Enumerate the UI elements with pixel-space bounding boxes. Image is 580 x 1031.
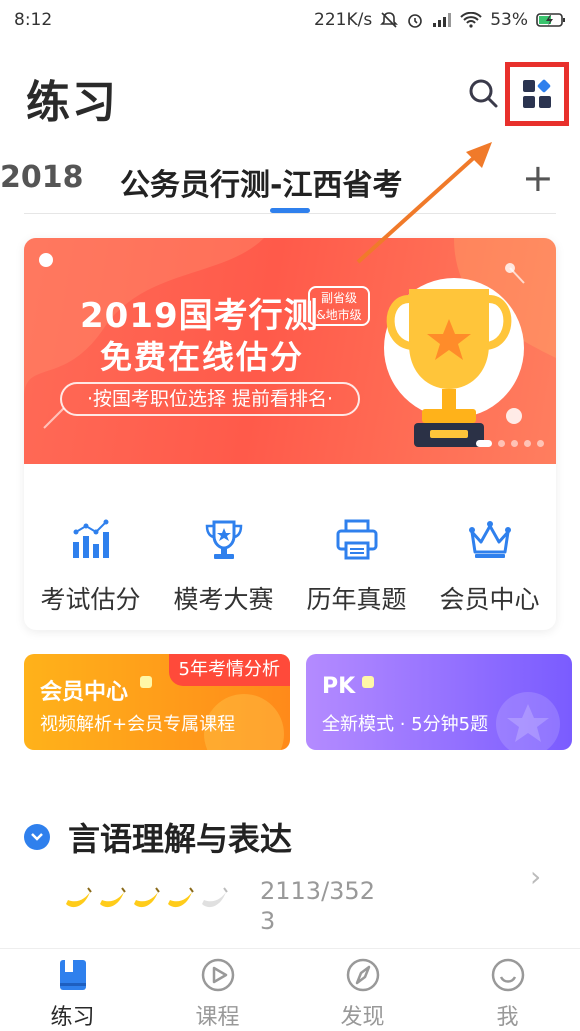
- network-speed: 221K/s: [314, 10, 373, 30]
- printer-icon: [336, 519, 377, 560]
- pagination-dot: [537, 440, 544, 447]
- nav-label: 课程: [195, 1005, 240, 1030]
- grid-apps-button[interactable]: [505, 62, 569, 126]
- vip-promo-title: 会员中心: [40, 680, 129, 705]
- pointer-arrow-icon: [356, 142, 492, 264]
- play-circle-icon: [201, 958, 234, 992]
- pk-promo-card[interactable]: PK 全新模式 · 5分钟5题: [306, 654, 572, 750]
- bottom-nav: 练习 课程 发现 我: [0, 948, 580, 1031]
- banana-empty-icon: [202, 887, 228, 908]
- pagination-dot: [498, 440, 505, 447]
- menu-exam-estimate[interactable]: 考试估分: [24, 518, 157, 618]
- pk-promo-desc: 全新模式 · 5分钟5题: [322, 714, 489, 735]
- compass-icon: [346, 958, 379, 992]
- menu-past-papers[interactable]: 历年真题: [290, 518, 423, 618]
- sparkle-icon: [140, 676, 152, 688]
- banner-title: 2019国考行测: [80, 296, 319, 336]
- battery-percent: 53%: [490, 10, 528, 30]
- vip-promo-desc: 视频解析+会员专属课程: [40, 714, 236, 735]
- crown-icon: [468, 521, 511, 558]
- banana-filled-icon: [66, 887, 92, 908]
- feature-card: 2019国考行测 免费在线估分 副省级 &地市级 ·按国考职位选择 提前看排名·: [24, 238, 556, 630]
- banner-tag: 副省级 &地市级: [308, 286, 370, 326]
- bell-off-icon: [380, 11, 399, 29]
- book-icon: [59, 960, 86, 990]
- signal-icon: [432, 12, 452, 28]
- menu-label: 会员中心: [439, 585, 540, 614]
- vip-promo-badge: 5年考情分析: [168, 654, 290, 686]
- pagination-dot: [511, 440, 518, 447]
- nav-label: 我: [496, 1005, 519, 1030]
- menu-vip-center[interactable]: 会员中心: [423, 518, 556, 618]
- chart-bars-icon: [72, 519, 109, 558]
- menu-mock-contest[interactable]: 模考大赛: [157, 518, 290, 618]
- tab-2018[interactable]: 2018: [0, 160, 84, 195]
- chevron-down-icon: [31, 833, 43, 841]
- banner-pill: ·按国考职位选择 提前看排名·: [60, 382, 360, 416]
- nav-label: 发现: [340, 1005, 385, 1030]
- banana-filled-icon: [134, 887, 160, 908]
- battery-charging-icon: [536, 12, 566, 28]
- menu-label: 历年真题: [306, 585, 407, 614]
- nav-practice[interactable]: 练习: [0, 949, 145, 1031]
- grid-apps-icon: [523, 79, 551, 108]
- trophy-icon: [205, 520, 242, 559]
- banner-tag-line1: 副省级: [320, 291, 357, 305]
- section-progress: 2113/3523: [260, 877, 375, 935]
- banana-filled-icon: [168, 887, 194, 908]
- menu-label: 考试估分: [40, 585, 141, 614]
- banana-filled-icon: [100, 887, 126, 908]
- section-title[interactable]: 言语理解与表达: [68, 814, 292, 860]
- status-right: 221K/s 53%: [314, 10, 566, 30]
- collapse-toggle[interactable]: [24, 824, 50, 850]
- menu-label: 模考大赛: [173, 585, 274, 614]
- add-tab-button[interactable]: +: [522, 156, 554, 200]
- search-icon: [469, 79, 498, 108]
- chevron-right-icon[interactable]: ›: [530, 860, 541, 893]
- banana-rating: [62, 882, 230, 914]
- status-bar: 8:12 221K/s 53%: [0, 0, 580, 40]
- banner-tag-line2: &地市级: [316, 308, 362, 322]
- banner-pagination: [476, 440, 544, 447]
- pagination-dot-active: [476, 440, 492, 447]
- nav-me[interactable]: 我: [435, 949, 580, 1031]
- status-time: 8:12: [14, 10, 53, 30]
- pk-promo-title: PK: [322, 674, 356, 699]
- trophy-icon: [386, 289, 512, 447]
- promo-banner[interactable]: 2019国考行测 免费在线估分 副省级 &地市级 ·按国考职位选择 提前看排名·: [24, 238, 556, 464]
- nav-label: 练习: [50, 1005, 95, 1030]
- page-title: 练习: [26, 77, 118, 128]
- pagination-dot: [524, 440, 531, 447]
- sparkle-icon: [362, 676, 374, 688]
- nav-courses[interactable]: 课程: [145, 949, 290, 1031]
- nav-discover[interactable]: 发现: [290, 949, 435, 1031]
- banner-subtitle: 免费在线估分: [100, 338, 305, 376]
- search-button[interactable]: [466, 76, 500, 110]
- wifi-icon: [460, 12, 482, 28]
- smile-face-icon: [491, 958, 524, 992]
- alarm-icon: [406, 11, 424, 29]
- quick-menu: 考试估分 模考大赛 历年真题 会员中心: [24, 518, 556, 618]
- vip-promo-card[interactable]: 会员中心 5年考情分析 视频解析+会员专属课程: [24, 654, 290, 750]
